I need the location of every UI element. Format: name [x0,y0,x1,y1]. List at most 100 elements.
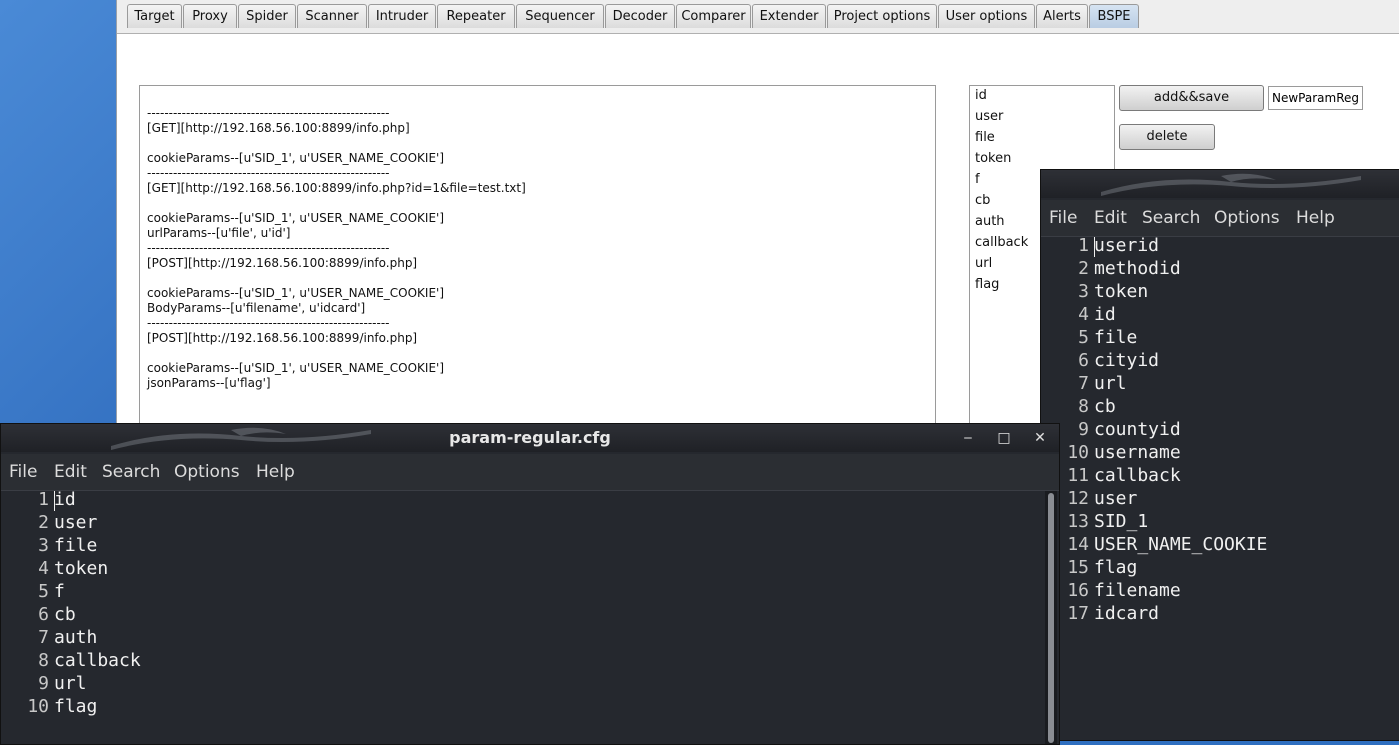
code-line: username [1094,442,1181,463]
log-line: [GET][http://192.168.56.100:8899/info.ph… [147,181,526,195]
editor-left-menubar: File Edit Search Options Help [1,454,1059,491]
menu-search[interactable]: Search [102,454,160,490]
code-line: filename [1094,580,1181,601]
log-line: cookieParams--[u'SID_1', u'USER_NAME_COO… [147,151,445,165]
editor-left-scroll-thumb[interactable] [1048,493,1054,743]
code-line: auth [54,627,98,648]
add-save-button[interactable]: add&&save [1119,85,1264,111]
tab-decoder[interactable]: Decoder [605,4,675,28]
line-number: 6 [38,604,49,625]
code-line: cb [54,604,76,625]
code-line: USER_NAME_COOKIE [1094,534,1268,555]
editor-right-menubar: File Edit Search Options Help [1041,200,1399,237]
log-line: ----------------------------------------… [147,106,390,120]
line-number: 1 [38,489,49,510]
log-line: [POST][http://192.168.56.100:8899/info.p… [147,256,418,270]
line-number: 7 [1078,373,1089,394]
tab-sequencer[interactable]: Sequencer [516,4,604,28]
delete-button[interactable]: delete [1119,124,1215,150]
tab-intruder[interactable]: Intruder [368,4,436,28]
tab-proxy[interactable]: Proxy [183,4,237,28]
line-number: 2 [38,512,49,533]
close-icon[interactable]: ✕ [1031,429,1049,447]
code-line: flag [1094,557,1138,578]
param-list-item[interactable]: f [975,172,980,187]
param-list-item[interactable]: flag [975,277,999,292]
editor-left-titlebar[interactable]: param-regular.cfg ‒ □ ✕ [1,424,1059,452]
param-list-item[interactable]: id [975,88,987,103]
code-line: idcard [1094,603,1160,624]
menu-edit[interactable]: Edit [1094,200,1127,236]
code-line: methodid [1094,258,1181,279]
log-line: cookieParams--[u'SID_1', u'USER_NAME_COO… [147,286,445,300]
code-line: countyid [1094,419,1181,440]
param-list-item[interactable]: url [975,256,992,271]
line-number: 10 [27,696,49,717]
text-caret [54,491,55,511]
editor-right-titlebar[interactable] [1041,170,1399,198]
line-number: 9 [38,673,49,694]
code-line: file [54,535,98,556]
log-line: cookieParams--[u'SID_1', u'USER_NAME_COO… [147,361,445,375]
tab-spider[interactable]: Spider [238,4,296,28]
bspe-log-area[interactable]: ----------------------------------------… [139,85,936,427]
tab-target[interactable]: Target [127,4,182,28]
line-number: 1 [1078,235,1089,256]
line-number: 4 [1078,304,1089,325]
menu-options[interactable]: Options [174,454,240,490]
code-line: SID_1 [1094,511,1149,532]
code-line: id [54,489,76,510]
editor-left-title: param-regular.cfg [449,428,611,447]
menu-file[interactable]: File [1049,200,1077,236]
line-number: 7 [38,627,49,648]
code-line: token [1094,281,1149,302]
log-line: ----------------------------------------… [147,166,390,180]
tab-scanner[interactable]: Scanner [297,4,367,28]
line-number: 6 [1078,350,1089,371]
param-list-item[interactable]: callback [975,235,1028,250]
log-line: [POST][http://192.168.56.100:8899/info.p… [147,331,418,345]
menu-help[interactable]: Help [256,454,295,490]
tab-repeater[interactable]: Repeater [437,4,515,28]
log-line: ----------------------------------------… [147,316,390,330]
param-list-item[interactable]: auth [975,214,1005,229]
code-line: token [54,558,109,579]
param-list-item[interactable]: cb [975,193,990,208]
param-name-input[interactable]: NewParamReg [1268,86,1363,110]
menu-edit[interactable]: Edit [54,454,87,490]
line-number: 3 [38,535,49,556]
maximize-icon[interactable]: □ [995,429,1013,447]
menu-search[interactable]: Search [1142,200,1200,236]
tab-extender[interactable]: Extender [752,4,826,28]
log-line: cookieParams--[u'SID_1', u'USER_NAME_COO… [147,211,445,225]
param-list-item[interactable]: file [975,130,995,145]
menu-file[interactable]: File [9,454,37,490]
code-line: url [1094,373,1127,394]
tab-alerts[interactable]: Alerts [1036,4,1088,28]
editor-left-scrollbar[interactable] [1045,491,1057,744]
param-list-item[interactable]: token [975,151,1011,166]
log-line: urlParams--[u'file', u'id'] [147,226,291,240]
code-line: id [1094,304,1116,325]
code-line: callback [54,650,141,671]
tab-user-options[interactable]: User options [938,4,1035,28]
menu-options[interactable]: Options [1214,200,1280,236]
log-line: ----------------------------------------… [147,241,390,255]
log-line: BodyParams--[u'filename', u'idcard'] [147,301,366,315]
code-line: user [1094,488,1138,509]
tab-comparer[interactable]: Comparer [676,4,751,28]
line-number: 5 [1078,327,1089,348]
text-caret [1094,237,1095,257]
line-number: 5 [38,581,49,602]
tab-bspe[interactable]: BSPE [1089,4,1139,28]
code-line: f [54,581,65,602]
line-number: 8 [1078,396,1089,417]
tab-project-options[interactable]: Project options [827,4,937,28]
line-number: 2 [1078,258,1089,279]
menu-help[interactable]: Help [1296,200,1335,236]
editor-left-window: param-regular.cfg ‒ □ ✕ File Edit Search Op… [0,423,1060,745]
code-line: user [54,512,98,533]
param-list-item[interactable]: user [975,109,1003,124]
log-line: [GET][http://192.168.56.100:8899/info.ph… [147,121,410,135]
minimize-icon[interactable]: ‒ [959,429,977,447]
